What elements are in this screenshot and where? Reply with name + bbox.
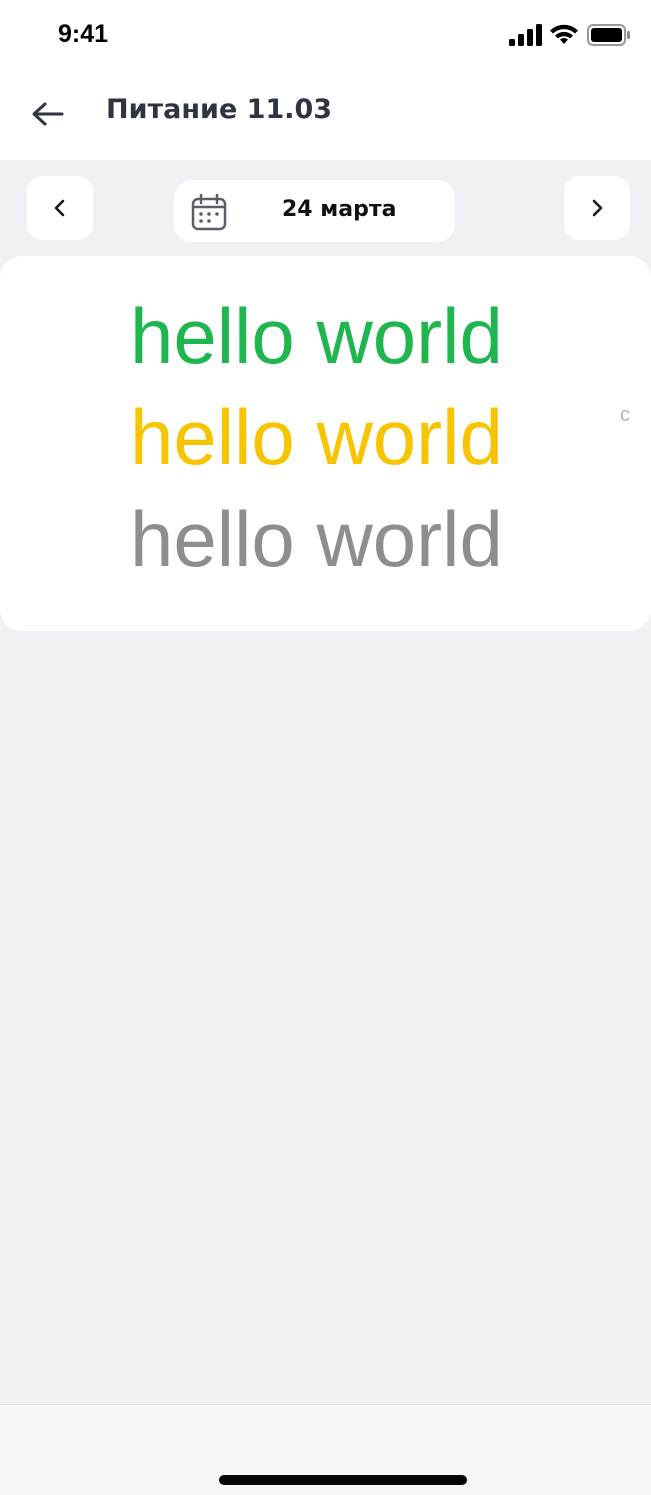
prev-date-button[interactable] <box>27 176 93 240</box>
card-edge-text: с <box>620 404 630 426</box>
status-time: 9:41 <box>58 20 109 48</box>
wifi-icon <box>550 24 578 44</box>
page-title: Питание 11.03 <box>106 94 333 125</box>
next-date-button[interactable] <box>564 176 630 240</box>
chevron-right-icon <box>592 199 603 217</box>
hello-world-green: hello world <box>130 292 503 380</box>
date-selector[interactable]: 24 марта <box>174 180 455 242</box>
header: Питание 11.03 <box>0 74 651 160</box>
home-indicator[interactable] <box>219 1475 467 1485</box>
back-button[interactable] <box>28 94 68 134</box>
date-label: 24 марта <box>282 197 397 222</box>
battery-icon <box>587 24 630 46</box>
chevron-left-icon <box>54 199 65 217</box>
signal-icon <box>509 24 542 46</box>
status-bar: 9:41 <box>0 0 651 74</box>
calendar-icon <box>191 193 227 231</box>
hello-world-yellow: hello world <box>130 393 503 481</box>
back-arrow-icon <box>32 102 64 126</box>
hello-world-gray: hello world <box>130 495 503 583</box>
